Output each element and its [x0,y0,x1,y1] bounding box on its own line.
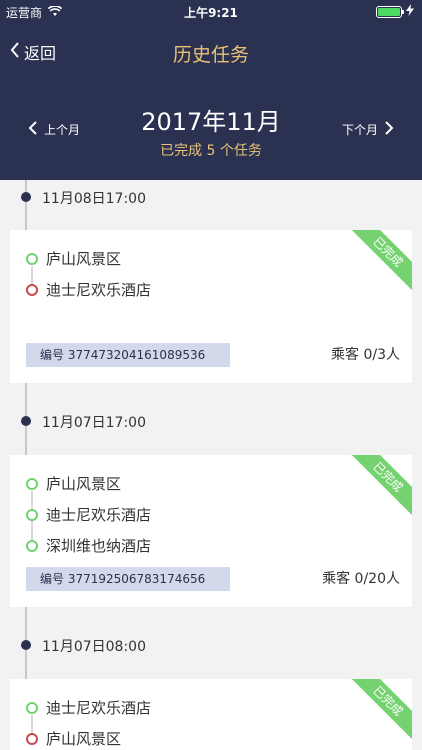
stop-name: 迪士尼欢乐酒店 [46,506,152,524]
task-time: 11月08日17:00 [42,191,146,207]
passenger-count: 乘客 0/3人 [331,347,400,363]
nav-bar: 返回 历史任务 [0,30,422,74]
task-card[interactable]: 已完成 庐山风景区 迪士尼欢乐酒店 深圳维也纳酒店 编号 37719250678… [10,455,412,607]
timeline-dot [21,416,31,426]
status-ribbon: 已完成 [346,455,412,519]
route-stop: 庐山风景区 [26,728,121,749]
status-time: 上午9:21 [184,6,238,20]
stop-name: 庐山风景区 [46,730,122,748]
next-month-button[interactable]: 下个月 [342,120,394,139]
task-time-row: 11月07日17:00 [0,406,422,436]
completed-count: 已完成 5 个任务 [160,143,262,159]
waypoint-dot-icon [26,539,38,552]
next-month-label: 下个月 [341,123,378,137]
status-ribbon: 已完成 [346,230,412,294]
start-dot-icon [26,477,38,490]
charging-icon [406,4,414,19]
stop-name: 迪士尼欢乐酒店 [46,281,152,299]
order-number: 编号 377473204161089536 [26,343,230,367]
stop-name: 庐山风景区 [46,475,122,493]
route-stop: 深圳维也纳酒店 [26,535,151,556]
status-ribbon: 已完成 [346,679,412,743]
route-stop: 迪士尼欢乐酒店 [26,504,151,525]
page-title: 历史任务 [172,44,249,66]
task-time: 11月07日08:00 [42,639,146,655]
order-number: 编号 377192506783174656 [26,567,230,591]
task-time: 11月07日17:00 [42,415,146,431]
end-dot-icon [26,283,38,296]
route-stop: 庐山风景区 [26,248,121,269]
end-dot-icon [26,732,38,745]
month-selector: 上个月 2017年11月 已完成 5 个任务 下个月 [0,96,422,166]
task-time-row: 11月07日08:00 [0,630,422,660]
task-card[interactable]: 已完成 庐山风景区 迪士尼欢乐酒店 编号 377473204161089536 … [10,230,412,383]
task-time-row: 11月08日17:00 [0,182,422,212]
task-card[interactable]: 已完成 迪士尼欢乐酒店 庐山风景区 [10,679,412,750]
route-stop: 庐山风景区 [26,473,121,494]
stop-name: 庐山风景区 [46,250,122,268]
route-stop: 迪士尼欢乐酒店 [26,279,151,300]
header: 运营商 上午9:21 返回 历史任务 上个月 2017年11月 已完成 5 个任… [0,0,422,180]
start-dot-icon [26,701,38,714]
passenger-count: 乘客 0/20人 [322,571,400,587]
waypoint-dot-icon [26,508,38,521]
start-dot-icon [26,252,38,265]
route-stop: 迪士尼欢乐酒店 [26,697,151,718]
battery-icon [376,5,404,18]
chevron-right-icon [384,120,394,139]
status-bar: 运营商 上午9:21 [0,0,422,22]
stop-name: 深圳维也纳酒店 [46,537,152,555]
timeline-dot [21,640,31,650]
timeline-dot [21,192,31,202]
stop-name: 迪士尼欢乐酒店 [46,699,152,717]
